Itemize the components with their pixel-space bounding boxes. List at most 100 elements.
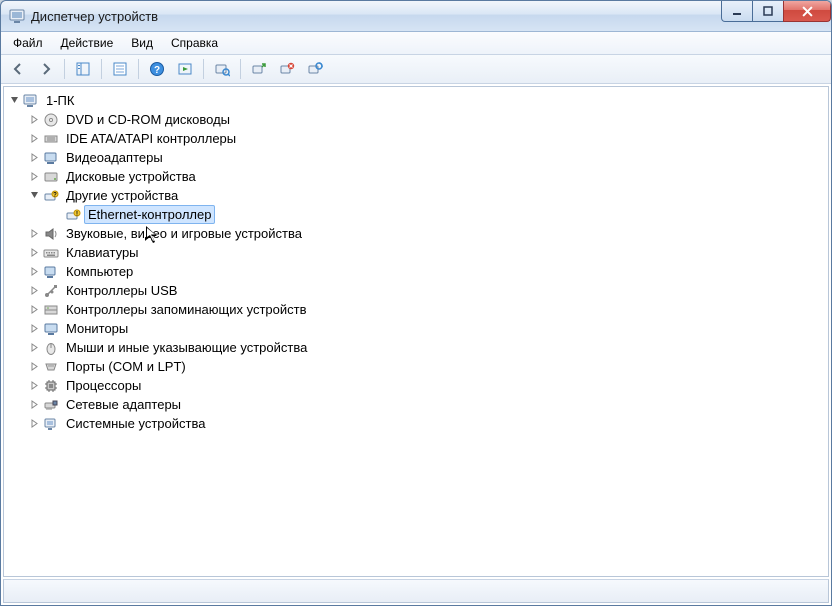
- node-label: Дисковые устройства: [62, 167, 200, 186]
- toolbar-separator: [203, 59, 204, 79]
- ide-icon: [43, 131, 59, 147]
- node-label: Ethernet-контроллер: [84, 205, 215, 224]
- menubar: Файл Действие Вид Справка: [1, 32, 831, 55]
- toolbar-separator: [240, 59, 241, 79]
- tree-item-ports[interactable]: Порты (COM и LPT): [6, 357, 826, 376]
- expand-icon[interactable]: [28, 265, 41, 278]
- tree-item-dvd[interactable]: DVD и CD-ROM дисководы: [6, 110, 826, 129]
- no-expand-icon: [50, 208, 63, 221]
- sound-icon: [43, 226, 59, 242]
- tree-item-monitor[interactable]: Мониторы: [6, 319, 826, 338]
- computer-icon: [23, 93, 39, 109]
- cpu-icon: [43, 378, 59, 394]
- titlebar: Диспетчер устройств: [1, 1, 831, 32]
- expand-icon[interactable]: [28, 227, 41, 240]
- expand-icon[interactable]: [28, 132, 41, 145]
- tree-item-other[interactable]: ? Другие устройства: [6, 186, 826, 205]
- expand-icon[interactable]: [28, 246, 41, 259]
- uninstall-button[interactable]: [274, 56, 300, 82]
- tree-item-video[interactable]: Видеоадаптеры: [6, 148, 826, 167]
- node-label: Системные устройства: [62, 414, 209, 433]
- node-label: Видеоадаптеры: [62, 148, 167, 167]
- toolbar-separator: [101, 59, 102, 79]
- device-tree[interactable]: 1-ПК DVD и CD-ROM дисководы IDE ATA/ATAP…: [3, 86, 829, 577]
- tree-item-computer[interactable]: Компьютер: [6, 262, 826, 281]
- expand-icon[interactable]: [28, 417, 41, 430]
- device-manager-window: Диспетчер устройств Файл Действие Вид Сп…: [0, 0, 832, 606]
- tree-item-ethernet[interactable]: ! Ethernet-контроллер: [6, 205, 826, 224]
- node-label: DVD и CD-ROM дисководы: [62, 110, 234, 129]
- node-label: Мониторы: [62, 319, 132, 338]
- menu-view[interactable]: Вид: [123, 34, 161, 52]
- tree-item-cpu[interactable]: Процессоры: [6, 376, 826, 395]
- content-area: 1-ПК DVD и CD-ROM дисководы IDE ATA/ATAP…: [1, 84, 831, 605]
- disk-icon: [43, 169, 59, 185]
- menu-action[interactable]: Действие: [53, 34, 122, 52]
- ports-icon: [43, 359, 59, 375]
- properties-button[interactable]: [107, 56, 133, 82]
- action-button[interactable]: [172, 56, 198, 82]
- keyboard-icon: [43, 245, 59, 261]
- node-label: Звуковые, видео и игровые устройства: [62, 224, 306, 243]
- expand-icon[interactable]: [28, 113, 41, 126]
- window-title: Диспетчер устройств: [31, 9, 158, 24]
- update-driver-button[interactable]: [246, 56, 272, 82]
- tree-item-ide[interactable]: IDE ATA/ATAPI контроллеры: [6, 129, 826, 148]
- expand-icon[interactable]: [28, 398, 41, 411]
- forward-button[interactable]: [33, 56, 59, 82]
- other-devices-icon: ?: [43, 188, 59, 204]
- disc-icon: [43, 112, 59, 128]
- close-button[interactable]: [783, 1, 831, 22]
- expand-icon[interactable]: [28, 151, 41, 164]
- collapse-icon[interactable]: [28, 189, 41, 202]
- node-label: Клавиатуры: [62, 243, 143, 262]
- tree-item-mouse[interactable]: Мыши и иные указывающие устройства: [6, 338, 826, 357]
- tree-item-usb[interactable]: Контроллеры USB: [6, 281, 826, 300]
- network-adapter-icon: [43, 397, 59, 413]
- mouse-icon: [43, 340, 59, 356]
- node-label: 1-ПК: [42, 91, 78, 110]
- minimize-button[interactable]: [721, 1, 753, 22]
- toolbar-separator: [138, 59, 139, 79]
- toolbar: ?: [1, 55, 831, 84]
- expand-icon[interactable]: [28, 170, 41, 183]
- app-icon: [9, 8, 25, 24]
- storage-controller-icon: [43, 302, 59, 318]
- show-hide-tree-button[interactable]: [70, 56, 96, 82]
- expand-icon[interactable]: [28, 284, 41, 297]
- expand-icon[interactable]: [28, 303, 41, 316]
- node-label: IDE ATA/ATAPI контроллеры: [62, 129, 240, 148]
- expand-icon[interactable]: [28, 360, 41, 373]
- node-label: Мыши и иные указывающие устройства: [62, 338, 311, 357]
- scan-hardware-button[interactable]: [209, 56, 235, 82]
- system-devices-icon: [43, 416, 59, 432]
- maximize-button[interactable]: [752, 1, 784, 22]
- back-button[interactable]: [5, 56, 31, 82]
- tree-item-keyboard[interactable]: Клавиатуры: [6, 243, 826, 262]
- help-button[interactable]: ?: [144, 56, 170, 82]
- usb-icon: [43, 283, 59, 299]
- svg-text:?: ?: [154, 65, 160, 76]
- expand-icon[interactable]: [28, 341, 41, 354]
- node-label: Контроллеры USB: [62, 281, 181, 300]
- node-label: Контроллеры запоминающих устройств: [62, 300, 310, 319]
- display-adapter-icon: [43, 150, 59, 166]
- menu-file[interactable]: Файл: [5, 34, 51, 52]
- tree-item-network[interactable]: Сетевые адаптеры: [6, 395, 826, 414]
- node-label: Сетевые адаптеры: [62, 395, 185, 414]
- tree-root[interactable]: 1-ПК: [6, 91, 826, 110]
- computer-icon: [43, 264, 59, 280]
- disable-button[interactable]: [302, 56, 328, 82]
- unknown-device-icon: !: [65, 207, 81, 223]
- node-label: Процессоры: [62, 376, 145, 395]
- node-label: Другие устройства: [62, 186, 182, 205]
- tree-item-sound[interactable]: Звуковые, видео и игровые устройства: [6, 224, 826, 243]
- expand-icon[interactable]: [28, 379, 41, 392]
- tree-item-disk[interactable]: Дисковые устройства: [6, 167, 826, 186]
- expand-icon[interactable]: [28, 322, 41, 335]
- tree-item-storage[interactable]: Контроллеры запоминающих устройств: [6, 300, 826, 319]
- collapse-icon[interactable]: [8, 94, 21, 107]
- menu-help[interactable]: Справка: [163, 34, 226, 52]
- svg-text:!: !: [76, 211, 78, 217]
- tree-item-system[interactable]: Системные устройства: [6, 414, 826, 433]
